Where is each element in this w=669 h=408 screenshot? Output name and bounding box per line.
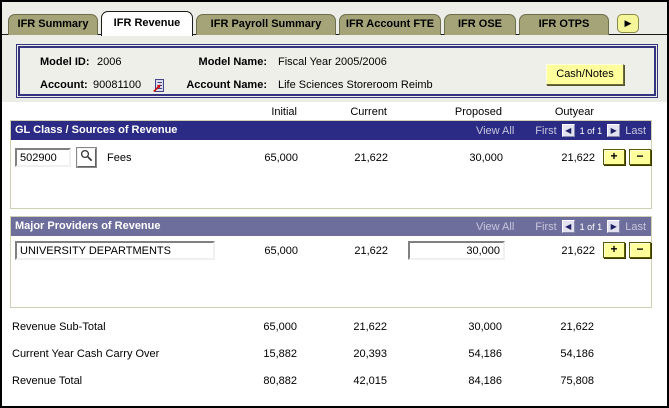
- row-counter: 1 of 1: [580, 222, 603, 232]
- tab-ifr-payroll-summary[interactable]: IFR Payroll Summary: [196, 14, 336, 35]
- tab-ifr-account-fte[interactable]: IFR Account FTE: [339, 14, 441, 35]
- subtotal-current-value: 21,622: [297, 321, 387, 333]
- providers-section-bar: Major Providers of Revenue View All Firs…: [11, 217, 651, 236]
- previous-row-button[interactable]: ◀: [562, 124, 575, 137]
- next-arrow-icon: ▶: [611, 126, 617, 135]
- next-row-button[interactable]: ▶: [607, 124, 620, 137]
- provider-add-row-button[interactable]: +: [603, 242, 625, 258]
- summary-label: Revenue Sub-Total: [12, 321, 106, 333]
- tab-bar: IFR Summary IFR Revenue IFR Payroll Summ…: [8, 10, 639, 35]
- previous-row-button[interactable]: ◀: [562, 220, 575, 233]
- next-tabs-arrow-icon: ▶: [625, 18, 632, 28]
- view-all-link[interactable]: View All: [476, 221, 514, 233]
- column-header-proposed: Proposed: [412, 106, 502, 118]
- model-header-inner: Model ID: 2006 Model Name: Fiscal Year 2…: [18, 46, 656, 96]
- last-link[interactable]: Last: [625, 125, 646, 137]
- providers-grid: Major Providers of Revenue View All Firs…: [10, 216, 652, 308]
- provider-initial-value: 65,000: [208, 245, 298, 257]
- gl-class-lookup-button[interactable]: [77, 148, 96, 167]
- column-header-outyear: Outyear: [504, 106, 594, 118]
- total-initial-value: 80,882: [207, 375, 297, 387]
- carryover-outyear-value: 54,186: [504, 348, 594, 360]
- row-counter: 1 of 1: [580, 126, 603, 136]
- minus-icon: −: [636, 242, 643, 256]
- provider-current-value: 21,622: [298, 245, 388, 257]
- tab-ifr-ose[interactable]: IFR OSE: [444, 14, 516, 35]
- model-id-label: Model ID:: [40, 56, 90, 68]
- provider-outyear-value: 21,622: [505, 245, 595, 257]
- gl-class-section-bar: GL Class / Sources of Revenue View All F…: [11, 121, 651, 140]
- gl-class-grid-nav: View All First ◀ 1 of 1 ▶ Last: [476, 121, 646, 140]
- account-transfer-button[interactable]: [153, 78, 165, 96]
- gl-class-delete-row-button[interactable]: −: [629, 149, 651, 165]
- next-row-button[interactable]: ▶: [607, 220, 620, 233]
- model-name-label: Model Name:: [170, 56, 267, 68]
- magnifier-icon: [80, 149, 93, 162]
- total-outyear-value: 75,808: [504, 375, 594, 387]
- subtotal-proposed-value: 30,000: [412, 321, 502, 333]
- carryover-current-value: 20,393: [297, 348, 387, 360]
- model-header-panel: Model ID: 2006 Model Name: Fiscal Year 2…: [16, 44, 658, 98]
- gl-class-initial-value: 65,000: [208, 152, 298, 164]
- total-proposed-value: 84,186: [412, 375, 502, 387]
- carryover-initial-value: 15,882: [207, 348, 297, 360]
- model-name-value: Fiscal Year 2005/2006: [278, 56, 387, 68]
- gl-class-grid: GL Class / Sources of Revenue View All F…: [10, 120, 652, 209]
- first-link[interactable]: First: [535, 125, 556, 137]
- model-id-value: 2006: [97, 56, 121, 68]
- tab-ifr-summary[interactable]: IFR Summary: [8, 14, 98, 35]
- subtotal-outyear-value: 21,622: [504, 321, 594, 333]
- gl-class-outyear-value: 21,622: [505, 152, 595, 164]
- providers-section-title: Major Providers of Revenue: [15, 220, 161, 232]
- column-header-initial: Initial: [207, 106, 297, 118]
- next-arrow-icon: ▶: [611, 222, 617, 231]
- summary-label: Current Year Cash Carry Over: [12, 348, 159, 360]
- gl-class-current-value: 21,622: [298, 152, 388, 164]
- account-label: Account:: [40, 79, 88, 91]
- provider-delete-row-button[interactable]: −: [629, 242, 651, 258]
- minus-icon: −: [636, 149, 643, 163]
- plus-icon: +: [610, 149, 617, 163]
- provider-name-input[interactable]: [15, 241, 215, 260]
- gl-class-add-row-button[interactable]: +: [603, 149, 625, 165]
- summary-label: Revenue Total: [12, 375, 82, 387]
- gl-class-section-title: GL Class / Sources of Revenue: [15, 124, 177, 136]
- plus-icon: +: [610, 242, 617, 256]
- more-tabs-button[interactable]: ▶: [617, 14, 639, 33]
- account-name-value: Life Sciences Storeroom Reimb: [278, 79, 433, 91]
- column-header-current: Current: [297, 106, 387, 118]
- previous-arrow-icon: ◀: [565, 126, 571, 135]
- ifr-revenue-page: IFR Summary IFR Revenue IFR Payroll Summ…: [0, 0, 669, 408]
- provider-proposed-input[interactable]: [408, 241, 505, 260]
- cash-notes-button[interactable]: Cash/Notes: [546, 64, 624, 85]
- providers-grid-nav: View All First ◀ 1 of 1 ▶ Last: [476, 217, 646, 236]
- first-link[interactable]: First: [535, 221, 556, 233]
- tab-ifr-revenue[interactable]: IFR Revenue: [101, 11, 193, 36]
- tab-ifr-otps[interactable]: IFR OTPS: [519, 14, 609, 35]
- transfer-icon: [153, 78, 165, 93]
- gl-class-code-input[interactable]: [15, 148, 71, 167]
- last-link[interactable]: Last: [625, 221, 646, 233]
- gl-class-description: Fees: [107, 152, 131, 164]
- total-current-value: 42,015: [297, 375, 387, 387]
- previous-arrow-icon: ◀: [565, 222, 571, 231]
- subtotal-initial-value: 65,000: [207, 321, 297, 333]
- carryover-proposed-value: 54,186: [412, 348, 502, 360]
- account-name-label: Account Name:: [170, 79, 267, 91]
- gl-class-proposed-value: 30,000: [413, 152, 503, 164]
- account-value: 90081100: [93, 79, 141, 91]
- view-all-link[interactable]: View All: [476, 125, 514, 137]
